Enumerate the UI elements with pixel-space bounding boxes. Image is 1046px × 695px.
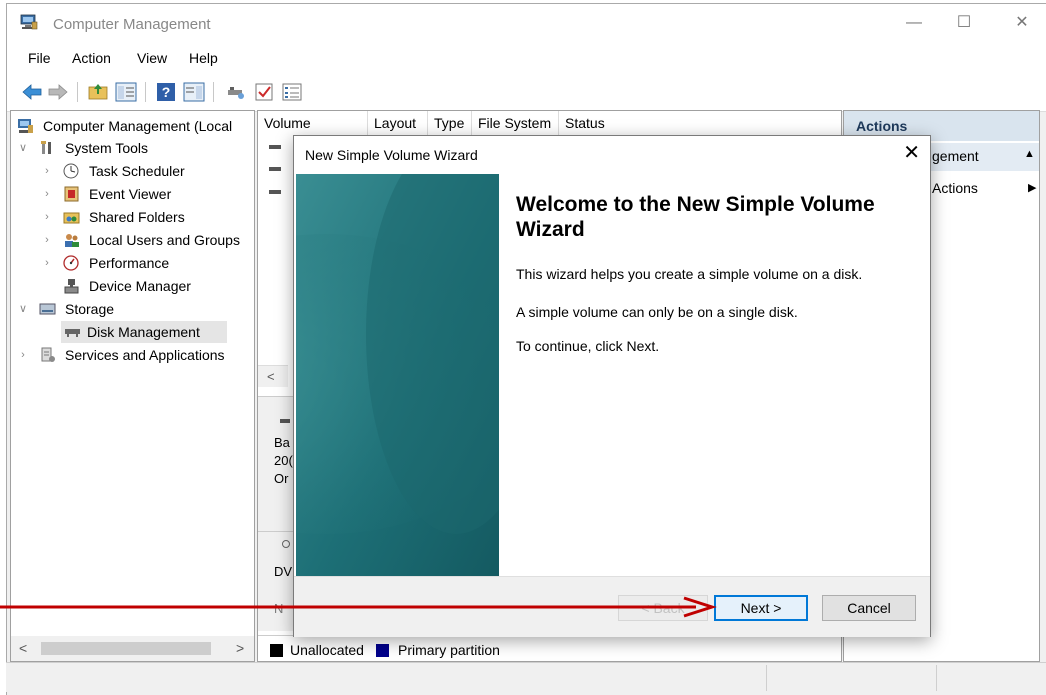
back-arrow-icon[interactable] [21, 81, 43, 103]
primary-partition-swatch [376, 644, 389, 657]
new-simple-volume-wizard-dialog: New Simple Volume Wizard ✕ Welcome to th… [293, 135, 931, 637]
status-bar [6, 662, 1046, 692]
title-bar: Computer Management — ☐ ✕ [7, 4, 1046, 42]
column-layout[interactable]: Layout [368, 111, 428, 135]
tree-item-services-and-applications[interactable]: › Services and Applications [13, 344, 253, 366]
column-volume[interactable]: Volume [258, 111, 368, 135]
tree-item-performance[interactable]: › Performance [13, 252, 253, 274]
svg-text:?: ? [162, 84, 171, 100]
drive-icon [269, 145, 281, 149]
column-type[interactable]: Type [428, 111, 472, 135]
tree-item-event-viewer[interactable]: › Event Viewer [13, 183, 253, 205]
tree-item-device-manager[interactable]: Device Manager [13, 275, 253, 297]
window-title: Computer Management [53, 16, 211, 33]
performance-icon [63, 255, 79, 271]
chevron-right-icon[interactable]: › [41, 229, 53, 251]
wizard-text-line3: To continue, click Next. [516, 338, 660, 354]
volume-list-scrollbar[interactable]: < [258, 365, 288, 387]
system-tools-icon [41, 141, 51, 154]
device-manager-icon [64, 279, 79, 294]
scroll-right-arrow[interactable]: > [236, 640, 244, 656]
tree-item-local-users-and-groups[interactable]: › Local Users and Groups [13, 229, 254, 251]
wizard-text-line2: A simple volume can only be on a single … [516, 304, 798, 320]
help-icon[interactable]: ? [155, 81, 177, 103]
column-file-system[interactable]: File System [472, 111, 559, 135]
chevron-right-icon[interactable]: › [41, 183, 53, 205]
tree-horizontal-scrollbar[interactable]: < > [10, 636, 255, 662]
collapse-up-icon[interactable]: ▲ [1024, 148, 1035, 160]
menu-file[interactable]: File [28, 50, 51, 66]
chevron-right-icon[interactable]: › [41, 252, 53, 274]
chevron-down-icon[interactable]: ∨ [17, 137, 29, 159]
check-task-icon[interactable] [253, 81, 275, 103]
tree-item-storage[interactable]: ∨ Storage [13, 298, 253, 320]
services-icon [41, 347, 55, 362]
connect-icon[interactable] [225, 81, 247, 103]
cdrom-info: DV N [258, 531, 294, 631]
minimize-button[interactable]: — [891, 8, 937, 38]
drive-icon [269, 167, 281, 171]
storage-icon [39, 303, 56, 315]
computer-management-icon [20, 14, 38, 30]
scroll-left-arrow[interactable]: < [19, 640, 27, 656]
disk-icon [280, 419, 290, 423]
shared-folder-icon [63, 212, 80, 224]
clock-icon [63, 163, 79, 179]
menu-view[interactable]: View [137, 50, 167, 66]
toolbar: ? [7, 72, 1046, 112]
dvd-icon [282, 540, 290, 548]
legend-primary: Primary partition [398, 642, 500, 658]
disk-management-icon [65, 329, 80, 337]
minimize-icon: — [906, 14, 922, 31]
toolbar-separator [77, 82, 78, 102]
tree-item-disk-management[interactable]: Disk Management [61, 321, 227, 343]
up-folder-icon[interactable] [87, 81, 109, 103]
toolbar-separator [145, 82, 146, 102]
chevron-right-icon[interactable]: › [41, 160, 53, 182]
menu-action[interactable]: Action [72, 50, 111, 66]
back-button[interactable]: < Back [618, 595, 708, 621]
wizard-banner-image [296, 174, 499, 576]
tree-item-computer-management[interactable]: Computer Management (Local [13, 115, 253, 137]
status-divider [766, 665, 767, 691]
disk0-info: Ba 20( Or [258, 396, 294, 531]
show-action-pane-icon[interactable] [183, 81, 205, 103]
computer-management-icon [18, 119, 33, 133]
close-icon: ✕ [1015, 14, 1029, 31]
chevron-right-icon[interactable]: › [41, 206, 53, 228]
console-tree: Computer Management (Local ∨ System Tool… [10, 110, 255, 662]
submenu-right-icon[interactable]: ▶ [1028, 181, 1036, 194]
wizard-close-button[interactable]: ✕ [903, 142, 920, 164]
close-window-button[interactable]: ✕ [999, 8, 1045, 38]
column-status[interactable]: Status [559, 111, 841, 135]
menu-help[interactable]: Help [189, 50, 218, 66]
users-icon [65, 234, 79, 247]
maximize-button[interactable]: ☐ [941, 8, 987, 38]
status-divider [936, 665, 937, 691]
wizard-footer: < Back Next > Cancel [294, 576, 930, 637]
unallocated-swatch [270, 644, 283, 657]
wizard-text-line1: This wizard helps you create a simple vo… [516, 266, 863, 282]
wizard-heading: Welcome to the New Simple Volume Wizard [516, 193, 875, 241]
event-viewer-icon [64, 186, 79, 202]
drive-icon [269, 190, 281, 194]
show-hide-tree-icon[interactable] [115, 81, 137, 103]
tree-item-shared-folders[interactable]: › Shared Folders [13, 206, 253, 228]
tree-item-system-tools[interactable]: ∨ System Tools [13, 137, 253, 159]
next-button[interactable]: Next > [714, 595, 808, 621]
legend-bar: Unallocated Primary partition [258, 635, 841, 661]
maximize-icon: ☐ [956, 14, 972, 31]
properties-list-icon[interactable] [281, 81, 303, 103]
menu-bar: File Action View Help [7, 42, 1046, 72]
tree-item-task-scheduler[interactable]: › Task Scheduler [13, 160, 253, 182]
legend-unallocated: Unallocated [290, 642, 364, 658]
scroll-left-arrow[interactable]: < [267, 369, 275, 384]
toolbar-separator [213, 82, 214, 102]
tree-scroll-thumb[interactable] [41, 642, 211, 655]
cancel-button[interactable]: Cancel [822, 595, 916, 621]
forward-arrow-icon[interactable] [47, 81, 69, 103]
chevron-right-icon[interactable]: › [17, 344, 29, 366]
wizard-title: New Simple Volume Wizard [305, 147, 478, 163]
chevron-down-icon[interactable]: ∨ [17, 298, 29, 320]
